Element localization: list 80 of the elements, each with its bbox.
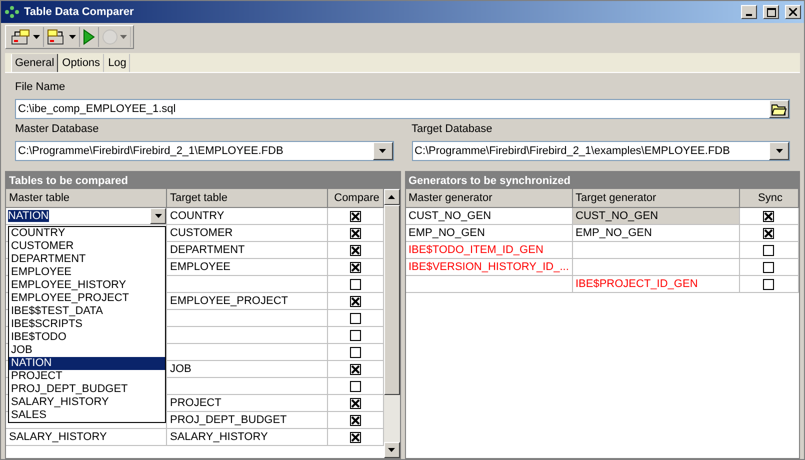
checkbox[interactable] xyxy=(350,346,361,358)
table-cell: CUST_NO_GEN xyxy=(406,208,572,225)
checkbox[interactable] xyxy=(350,364,361,374)
column-header[interactable]: Target table xyxy=(167,189,328,208)
checkbox[interactable] xyxy=(763,278,774,290)
dropdown-option[interactable]: NATION xyxy=(9,357,165,370)
dropdown-button[interactable] xyxy=(150,208,166,224)
table-cell: DEPARTMENT xyxy=(167,242,328,259)
table-cell: SALARY_HISTORY xyxy=(167,429,328,446)
panel-header: Tables to be compared xyxy=(6,172,400,189)
checkbox[interactable] xyxy=(763,228,774,238)
table-cell: SALARY_HISTORY xyxy=(6,429,167,446)
table-cell: JOB xyxy=(167,361,328,378)
tab[interactable]: Log xyxy=(104,54,130,72)
column-header[interactable]: Sync xyxy=(740,189,799,208)
table-cell: CUST_NO_GEN xyxy=(572,208,740,225)
field-label: Master Database xyxy=(15,123,100,137)
checkbox[interactable] xyxy=(350,296,361,306)
dropdown-button[interactable] xyxy=(372,142,392,160)
column-header[interactable]: Compare xyxy=(328,189,384,208)
table-cell: IBE$TODO_ITEM_ID_GEN xyxy=(406,242,572,259)
scrollbar[interactable] xyxy=(384,189,400,458)
checkbox[interactable] xyxy=(350,414,361,426)
checkbox[interactable] xyxy=(350,312,361,324)
caret-icon xyxy=(33,35,40,39)
table-cell: IBE$VERSION_HISTORY_ID_... xyxy=(406,259,572,276)
checkbox[interactable] xyxy=(350,398,361,408)
field-label: File Name xyxy=(15,81,66,95)
table-cell: IBE$PROJECT_ID_GEN xyxy=(572,276,740,293)
app-icon xyxy=(4,6,20,18)
scroll-down-button[interactable] xyxy=(384,442,400,458)
column-header[interactable]: Target generator xyxy=(572,189,740,208)
window-title: Table Data Comparer xyxy=(24,6,135,18)
checkbox[interactable] xyxy=(350,228,361,238)
minimize-button[interactable] xyxy=(741,5,757,19)
table-cell: EMP_NO_GEN xyxy=(572,225,740,242)
checkbox[interactable] xyxy=(350,210,361,222)
caret-icon xyxy=(120,35,127,39)
up-arrow-icon xyxy=(388,195,395,199)
down-arrow-icon xyxy=(388,448,395,452)
target-database-dropdown[interactable]: C:\Programme\Firebird\Firebird_2_1\examples\EMPLOYEE.FDB xyxy=(412,141,790,161)
dropdown-button[interactable] xyxy=(769,142,789,160)
folder-export-icon xyxy=(11,29,31,45)
checkbox[interactable] xyxy=(763,244,774,256)
checkbox[interactable] xyxy=(350,330,361,340)
maximize-icon xyxy=(766,8,776,16)
tab[interactable]: Options xyxy=(58,54,104,72)
file-name-field[interactable]: C:\ibe_comp_EMPLOYEE_1.sql xyxy=(15,99,790,119)
checkbox[interactable] xyxy=(763,210,774,222)
caret-icon xyxy=(776,149,782,153)
master-database-dropdown[interactable]: C:\Programme\Firebird\Firebird_2_1\EMPLOYEE.FDB xyxy=(15,141,394,161)
table-cell: EMPLOYEE_PROJECT xyxy=(167,293,328,310)
column-header[interactable]: Master table xyxy=(6,189,167,208)
table-cell: PROJ_DEPT_BUDGET xyxy=(167,412,328,429)
table-cell: PROJECT xyxy=(167,395,328,412)
field-label: Target Database xyxy=(412,123,494,137)
checkbox[interactable] xyxy=(350,262,361,272)
checkbox[interactable] xyxy=(350,244,361,256)
panel-header: Generators to be synchronized xyxy=(406,172,799,189)
folder-icon xyxy=(771,102,787,116)
checkbox[interactable] xyxy=(350,380,361,392)
checkbox[interactable] xyxy=(350,278,361,290)
maximize-button[interactable] xyxy=(763,5,779,19)
table-cell: CUSTOMER xyxy=(167,225,328,242)
table-cell: COUNTRY xyxy=(167,208,328,225)
caret-icon xyxy=(69,35,76,39)
browse-button[interactable] xyxy=(769,100,789,118)
table-cell: EMP_NO_GEN xyxy=(406,225,572,242)
checkbox[interactable] xyxy=(350,432,361,442)
caret-icon xyxy=(379,149,386,153)
tab[interactable]: General xyxy=(11,54,58,72)
stop-icon xyxy=(102,29,118,45)
play-icon xyxy=(83,29,95,45)
table-cell: EMPLOYEE xyxy=(167,259,328,276)
scroll-up-button[interactable] xyxy=(384,189,400,205)
close-button[interactable] xyxy=(785,5,801,19)
close-icon xyxy=(789,8,797,16)
column-header[interactable]: Master generator xyxy=(406,189,572,208)
checkbox[interactable] xyxy=(763,262,774,272)
caret-icon xyxy=(154,214,162,218)
